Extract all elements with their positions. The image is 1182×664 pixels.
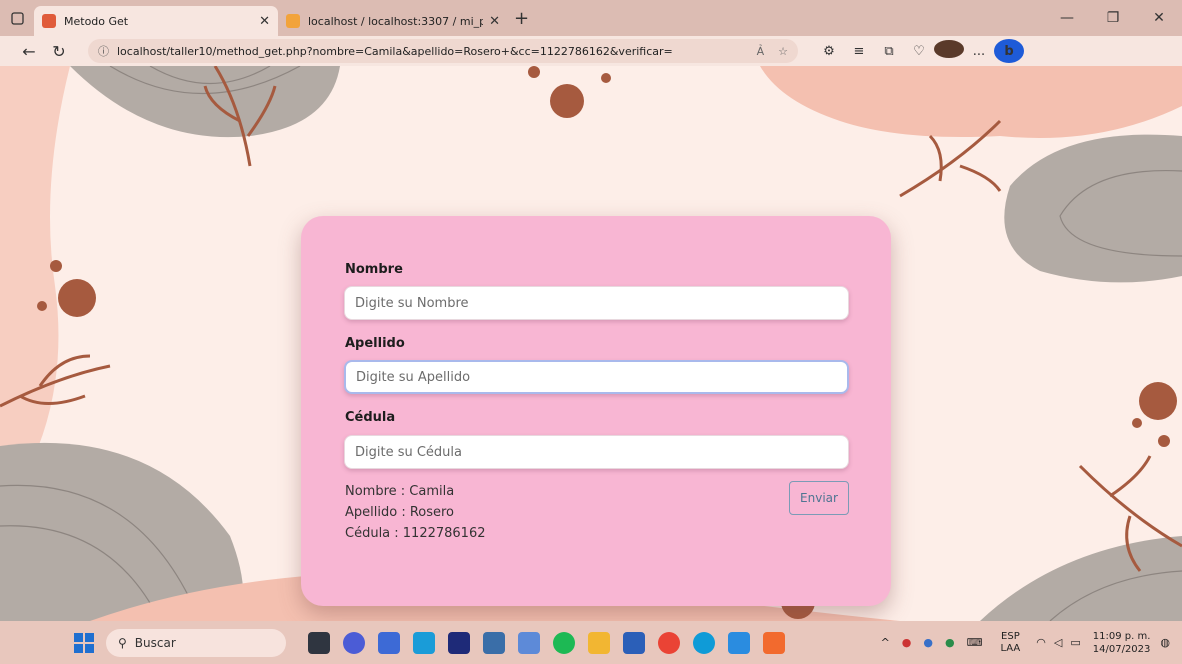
url-text: localhost/taller10/method_get.php?nombre… (117, 44, 673, 58)
cedula-label: Cédula (345, 410, 396, 425)
info-icon[interactable]: ⓘ (98, 43, 109, 59)
apellido-label: Apellido (345, 336, 405, 351)
vscode-insiders-icon[interactable] (483, 631, 505, 654)
back-arrow-icon[interactable]: ← (14, 42, 44, 61)
search-icon: ⚲ (118, 635, 127, 650)
restore-icon[interactable]: ❐ (1090, 10, 1136, 26)
window-controls: — ❐ ✕ (1044, 10, 1182, 26)
performance-icon[interactable]: ♡ (904, 44, 934, 59)
result-nombre: Nombre : Camila (345, 484, 455, 499)
browser-tab-bar: Metodo Get ✕ localhost / localhost:3307 … (0, 0, 1182, 36)
intellij-icon[interactable] (448, 631, 470, 654)
tab-metodo-get[interactable]: Metodo Get ✕ (34, 6, 278, 36)
taskbar-search[interactable]: ⚲ Buscar (106, 628, 286, 657)
git-icon[interactable] (518, 631, 540, 654)
battery-icon[interactable]: ▭ (1070, 636, 1080, 649)
browser-tools: ⚙ ≡ ⧉ ♡ ... b (814, 39, 1024, 63)
bing-copilot-icon[interactable]: b (994, 39, 1024, 63)
teams-chat-icon[interactable] (343, 631, 365, 654)
phpmyadmin-favicon-icon (286, 14, 300, 28)
chrome-icon[interactable] (658, 631, 680, 654)
result-apellido: Apellido : Rosero (345, 505, 455, 520)
new-tab-icon[interactable]: + (514, 8, 529, 29)
tab-phpmyadmin[interactable]: localhost / localhost:3307 / mi_p ✕ (278, 6, 508, 36)
vscode-icon[interactable] (728, 631, 750, 654)
form-card: Nombre Apellido Cédula Nombre : Camila A… (301, 216, 891, 606)
clock[interactable]: 11:09 p. m. 14/07/2023 (1093, 630, 1151, 656)
language-indicator[interactable]: ESP LAA (1001, 631, 1021, 655)
collections-icon[interactable]: ⧉ (874, 44, 904, 59)
word-icon[interactable] (623, 631, 645, 654)
windows-start-icon[interactable] (74, 632, 94, 653)
app-icon-blue[interactable] (413, 631, 435, 654)
enviar-button[interactable]: Enviar (789, 481, 849, 515)
nombre-label: Nombre (345, 262, 403, 277)
profile-avatar[interactable] (934, 40, 964, 62)
keyboard-icon[interactable]: ⌨ (967, 636, 983, 649)
xampp-icon[interactable] (763, 631, 785, 654)
refresh-icon[interactable]: ↻ (44, 42, 74, 61)
close-tab-icon[interactable]: ✕ (489, 14, 500, 29)
windows-taskbar: ⚲ Buscar ^ ● ● ● ⌨ ESP LAA ◠ ◁ ▭ 11:09 p… (0, 621, 1182, 664)
cedula-input[interactable] (344, 435, 849, 469)
tab-actions-button[interactable] (0, 0, 34, 36)
file-explorer-icon[interactable] (588, 631, 610, 654)
wifi-icon[interactable]: ◠ (1036, 636, 1046, 649)
minimize-icon[interactable]: — (1044, 10, 1090, 26)
more-options-icon[interactable]: ... (964, 44, 994, 59)
tray-app-icon[interactable]: ● (902, 636, 912, 649)
task-view-icon[interactable] (308, 631, 330, 654)
notifications-icon[interactable]: ◍ (1160, 636, 1170, 649)
result-cedula: Cédula : 1122786162 (345, 526, 486, 541)
favorite-star-icon[interactable]: ☆ (778, 45, 788, 58)
taskbar-apps: ⚲ Buscar (74, 621, 798, 664)
favorites-icon[interactable]: ≡ (844, 44, 874, 59)
page-viewport: Nombre Apellido Cédula Nombre : Camila A… (0, 66, 1182, 621)
tab-actions-icon (10, 11, 24, 25)
close-tab-icon[interactable]: ✕ (259, 14, 270, 29)
tray-app-icon[interactable]: ● (945, 636, 955, 649)
address-bar[interactable]: ⓘ localhost/taller10/method_get.php?nomb… (88, 39, 798, 63)
store-icon[interactable] (378, 631, 400, 654)
close-window-icon[interactable]: ✕ (1136, 10, 1182, 26)
extensions-icon[interactable]: ⚙ (814, 44, 844, 59)
volume-icon[interactable]: ◁ (1054, 636, 1062, 649)
apellido-input[interactable] (344, 360, 849, 394)
spotify-icon[interactable] (553, 631, 575, 654)
nombre-input[interactable] (344, 286, 849, 320)
edge-icon[interactable] (693, 631, 715, 654)
xampp-favicon-icon (42, 14, 56, 28)
tray-app-icon[interactable]: ● (923, 636, 933, 649)
read-aloud-icon[interactable]: Ả (757, 45, 765, 58)
tray-overflow-icon[interactable]: ^ (881, 636, 890, 649)
browser-toolbar: ← ↻ ⓘ localhost/taller10/method_get.php?… (0, 36, 1182, 66)
system-tray: ^ ● ● ● ⌨ ESP LAA ◠ ◁ ▭ 11:09 p. m. 14/0… (875, 621, 1170, 664)
